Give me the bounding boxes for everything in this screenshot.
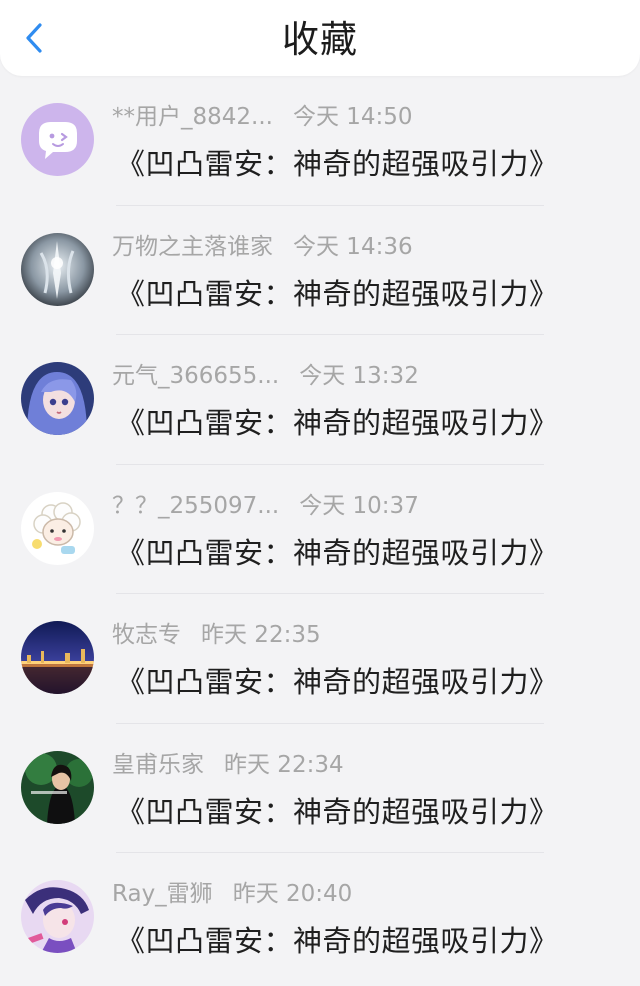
item-meta: **用户_8842... 今天 14:50	[112, 102, 413, 132]
avatar[interactable]	[21, 750, 94, 824]
item-meta: 万物之主落谁家 今天 14:36	[112, 232, 413, 262]
favorited-title[interactable]: 《凹凸雷安：神奇的超强吸引力》	[116, 923, 559, 959]
item-meta: 牧志专 昨天 22:35	[112, 620, 321, 650]
list-item[interactable]: 万物之主落谁家 今天 14:36 《凹凸雷安：神奇的超强吸引力》	[0, 206, 640, 335]
page-title: 收藏	[282, 18, 358, 61]
list-item[interactable]: 牧志专 昨天 22:35 《凹凸雷安：神奇的超强吸引力》	[0, 594, 640, 724]
favorites-screen: 收藏 **用户_8842... 今天 14:50 《凹凸雷安：神奇的超强吸引力》	[0, 0, 640, 986]
timestamp: 今天 10:37	[299, 492, 419, 519]
list-item[interactable]: **用户_8842... 今天 14:50 《凹凸雷安：神奇的超强吸引力》	[0, 76, 640, 206]
item-meta: ？？_255097... 今天 10:37	[112, 491, 419, 521]
username[interactable]: **用户_8842...	[112, 104, 273, 130]
top-bar: 收藏	[0, 0, 640, 76]
timestamp: 今天 14:36	[293, 233, 413, 260]
list-item[interactable]: 元气_366655... 今天 13:32 《凹凸雷安：神奇的超强吸引力》	[0, 335, 640, 465]
username[interactable]: 元气_366655...	[112, 363, 279, 389]
avatar[interactable]	[21, 103, 94, 176]
item-meta: 元气_366655... 今天 13:32	[112, 361, 419, 391]
username[interactable]: Ray_雷狮	[112, 881, 213, 907]
timestamp: 今天 13:32	[299, 363, 419, 389]
username[interactable]: 皇甫乐家	[112, 752, 204, 778]
username[interactable]: 万物之主落谁家	[112, 234, 273, 260]
avatar[interactable]	[21, 491, 94, 565]
list-item[interactable]: ？？_255097... 今天 10:37 《凹凸雷安：神奇的超强吸引力》	[0, 465, 640, 594]
favorited-title[interactable]: 《凹凸雷安：神奇的超强吸引力》	[116, 794, 559, 830]
avatar[interactable]	[21, 362, 94, 435]
favorited-title[interactable]: 《凹凸雷安：神奇的超强吸引力》	[116, 664, 559, 700]
timestamp: 今天 14:50	[292, 104, 413, 130]
username[interactable]: 牧志专	[112, 622, 181, 648]
list-item[interactable]: 皇甫乐家 昨天 22:34 《凹凸雷安：神奇的超强吸引力》	[0, 724, 640, 853]
avatar[interactable]	[21, 232, 94, 306]
item-meta: 皇甫乐家 昨天 22:34	[112, 750, 344, 780]
timestamp: 昨天 22:35	[201, 622, 321, 648]
favorites-list: **用户_8842... 今天 14:50 《凹凸雷安：神奇的超强吸引力》 万物…	[0, 76, 640, 983]
item-meta: Ray_雷狮 昨天 20:40	[112, 879, 352, 909]
favorited-title[interactable]: 《凹凸雷安：神奇的超强吸引力》	[116, 405, 559, 441]
favorited-title[interactable]: 《凹凸雷安：神奇的超强吸引力》	[116, 276, 559, 312]
username[interactable]: ？？_255097...	[112, 493, 279, 519]
avatar[interactable]	[21, 621, 94, 694]
timestamp: 昨天 22:34	[224, 751, 344, 778]
avatar[interactable]	[21, 880, 94, 953]
favorited-title[interactable]: 《凹凸雷安：神奇的超强吸引力》	[116, 146, 559, 182]
list-item[interactable]: Ray_雷狮 昨天 20:40 《凹凸雷安：神奇的超强吸引力》	[0, 853, 640, 983]
favorited-title[interactable]: 《凹凸雷安：神奇的超强吸引力》	[116, 535, 559, 571]
timestamp: 昨天 20:40	[232, 881, 353, 907]
